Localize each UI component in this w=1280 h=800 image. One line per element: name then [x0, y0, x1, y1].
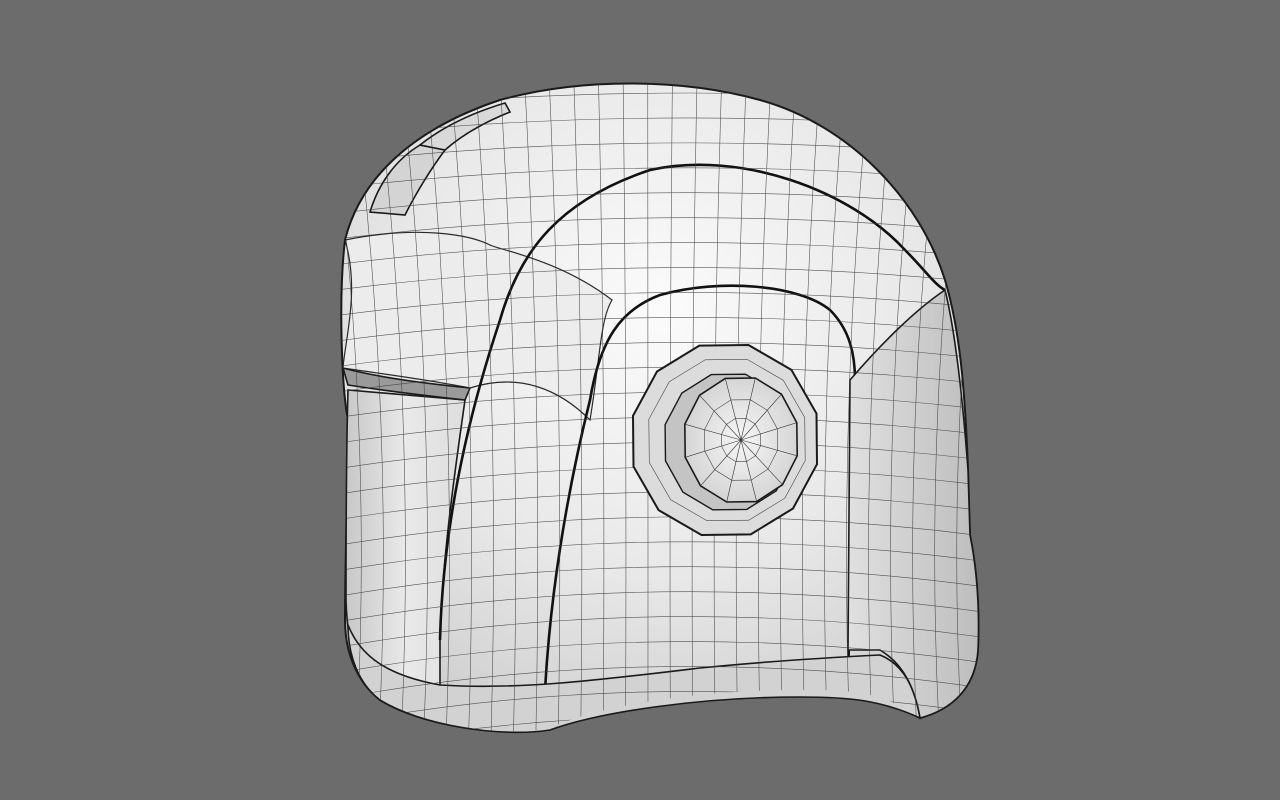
3d-viewport[interactable] [0, 0, 1280, 800]
ear-piece [631, 343, 819, 537]
helmet-model[interactable] [0, 0, 1280, 800]
mesh-edge-vertical [979, 80, 1018, 760]
mesh-edge-horizontal [341, 716, 979, 732]
mesh-edge-vertical [303, 80, 339, 760]
